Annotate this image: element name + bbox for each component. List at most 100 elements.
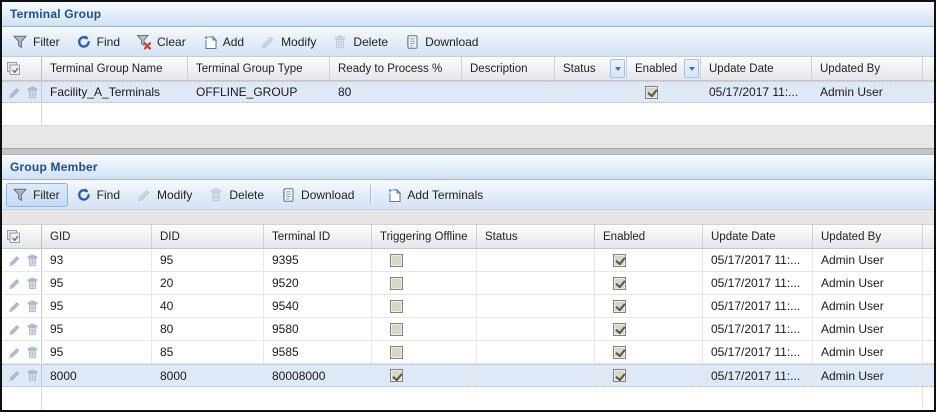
- header-gutter: [923, 225, 934, 248]
- delete-row-icon[interactable]: [25, 322, 40, 337]
- select-rows-icon: [6, 229, 22, 245]
- column-header-triggering-offline[interactable]: Triggering Offline: [372, 225, 477, 248]
- delete-row-icon[interactable]: [25, 253, 40, 268]
- cell-did: 95: [152, 249, 264, 271]
- column-header-description[interactable]: Description: [462, 57, 555, 80]
- filter-icon: [12, 187, 28, 203]
- delete-trash-icon: [332, 34, 348, 50]
- cell-enabled: [627, 82, 701, 102]
- column-filter-dropdown[interactable]: [684, 59, 699, 78]
- terminal-group-grid-header: Terminal Group NameTerminal Group Type Re…: [2, 57, 934, 81]
- column-header-updated-by[interactable]: Updated By: [813, 225, 923, 248]
- edit-row-icon[interactable]: [7, 299, 22, 314]
- column-header-status[interactable]: Status: [477, 225, 595, 248]
- delete-button[interactable]: Delete: [326, 30, 396, 54]
- column-header-gid[interactable]: GID: [42, 225, 152, 248]
- cell-updated-by: Admin User: [813, 341, 923, 363]
- cell-terminal-group-type: OFFLINE_GROUP: [188, 82, 330, 102]
- column-header-did[interactable]: DID: [152, 225, 264, 248]
- table-row[interactable]: 9520952005/17/2017 11:...Admin User: [2, 272, 934, 295]
- modify-button[interactable]: Modify: [254, 30, 324, 54]
- table-row[interactable]: 9540954005/17/2017 11:...Admin User: [2, 295, 934, 318]
- row-actions-cell: [2, 365, 42, 386]
- column-header-terminal-id[interactable]: Terminal ID: [264, 225, 372, 248]
- add-terminals-button[interactable]: Add Terminals: [380, 183, 491, 207]
- column-header-ready-to-process[interactable]: Ready to Process %: [330, 57, 462, 80]
- edit-row-icon[interactable]: [7, 345, 22, 360]
- delete-row-icon[interactable]: [25, 368, 40, 383]
- terminal-group-toolbar: Filter Find Clear Add Modify Delete: [2, 27, 934, 57]
- table-row[interactable]: 9395939505/17/2017 11:...Admin User: [2, 249, 934, 272]
- cell-terminal-id: 9580: [264, 318, 372, 340]
- terminal-group-panel: Terminal Group Filter Find Clear Add Mod…: [2, 2, 934, 148]
- filter-button[interactable]: Filter: [6, 183, 68, 207]
- find-button[interactable]: Find: [70, 183, 128, 207]
- column-header-label: Description: [470, 63, 528, 75]
- column-header-enabled[interactable]: Enabled: [627, 57, 701, 80]
- delete-row-icon[interactable]: [25, 276, 40, 291]
- table-row[interactable]: 9585958505/17/2017 11:...Admin User: [2, 341, 934, 364]
- checkbox-checked-icon: [645, 86, 658, 99]
- group-member-toolbar: Filter Find Modify Delete Download Add: [2, 180, 934, 210]
- download-button[interactable]: Download: [398, 30, 486, 54]
- terminal-group-panel-header: Terminal Group: [2, 2, 934, 27]
- column-header-terminal-group-type[interactable]: Terminal Group Type: [188, 57, 330, 80]
- checkbox-checked-icon: [613, 254, 626, 267]
- chevron-down-icon: [689, 67, 695, 71]
- delete-row-icon[interactable]: [25, 85, 40, 100]
- column-header-label: Terminal ID: [272, 231, 330, 243]
- cell-terminal-id: 9585: [264, 341, 372, 363]
- checkbox-unchecked-icon: [390, 323, 403, 336]
- column-header-enabled[interactable]: Enabled: [595, 225, 703, 248]
- add-button[interactable]: Add: [196, 30, 252, 54]
- table-row[interactable]: Facility_A_TerminalsOFFLINE_GROUP8005/17…: [2, 81, 934, 103]
- cell-update-date: 05/17/2017 11:...: [703, 272, 813, 294]
- panel-splitter[interactable]: [2, 148, 934, 155]
- edit-row-icon[interactable]: [7, 322, 22, 337]
- checkbox-checked-icon: [613, 323, 626, 336]
- checkbox-unchecked-icon: [390, 300, 403, 313]
- group-member-grid-header: GIDDID Terminal ID Triggering OfflineStatu…: [2, 225, 934, 249]
- cell-terminal-id: 9395: [264, 249, 372, 271]
- edit-row-icon[interactable]: [7, 276, 22, 291]
- table-row[interactable]: 800080008000800005/17/2017 11:...Admin U…: [2, 364, 934, 387]
- column-header-terminal-group-name[interactable]: Terminal Group Name: [42, 57, 188, 80]
- toolbar-separator: [370, 185, 372, 204]
- cell-triggering-offline: [372, 295, 477, 317]
- column-header-label: Ready to Process %: [338, 63, 442, 75]
- cell-terminal-group-name: Facility_A_Terminals: [42, 82, 188, 102]
- filter-button[interactable]: Filter: [6, 30, 68, 54]
- clear-button[interactable]: Clear: [130, 30, 194, 54]
- download-button[interactable]: Download: [274, 183, 362, 207]
- edit-row-icon[interactable]: [7, 253, 22, 268]
- column-filter-dropdown[interactable]: [610, 59, 625, 78]
- find-button[interactable]: Find: [70, 30, 128, 54]
- download-document-icon: [404, 34, 420, 50]
- cell-status: [477, 295, 595, 317]
- panel-background: [2, 125, 934, 148]
- column-header-update-date[interactable]: Update Date: [701, 57, 812, 80]
- cell-enabled: [595, 249, 703, 271]
- select-rows-icon: [6, 61, 22, 77]
- cell-did: 40: [152, 295, 264, 317]
- delete-row-icon[interactable]: [25, 299, 40, 314]
- group-member-panel: Group Member Filter Find Modify Delete D…: [2, 155, 934, 410]
- delete-button[interactable]: Delete: [202, 183, 272, 207]
- cell-terminal-id: 80008000: [264, 365, 372, 386]
- column-header-update-date[interactable]: Update Date: [703, 225, 813, 248]
- column-header-status[interactable]: Status: [555, 57, 627, 80]
- checkbox-unchecked-icon: [390, 254, 403, 267]
- column-header-updated-by[interactable]: Updated By: [812, 57, 923, 80]
- table-row[interactable]: 9580958005/17/2017 11:...Admin User: [2, 318, 934, 341]
- cell-did: 85: [152, 341, 264, 363]
- edit-row-icon[interactable]: [7, 85, 22, 100]
- column-header-label: Status: [563, 63, 596, 75]
- select-all-header-cell[interactable]: [2, 225, 42, 248]
- modify-button[interactable]: Modify: [130, 183, 200, 207]
- cell-status: [477, 249, 595, 271]
- edit-row-icon[interactable]: [7, 368, 22, 383]
- cell-status: [477, 365, 595, 386]
- delete-row-icon[interactable]: [25, 345, 40, 360]
- select-all-header-cell[interactable]: [2, 57, 42, 80]
- grid-background: [2, 387, 934, 410]
